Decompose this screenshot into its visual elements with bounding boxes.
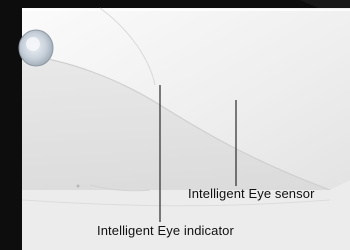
sensor-lens-icon <box>18 29 54 67</box>
air-conditioner-illustration <box>0 0 350 250</box>
intelligent-eye-indicator-label: Intelligent Eye indicator <box>97 223 234 238</box>
product-photo: Intelligent Eye sensor Intelligent Eye i… <box>0 0 350 250</box>
left-frame <box>0 0 22 250</box>
top-frame <box>0 0 350 8</box>
intelligent-eye-sensor-label: Intelligent Eye sensor <box>188 186 315 201</box>
